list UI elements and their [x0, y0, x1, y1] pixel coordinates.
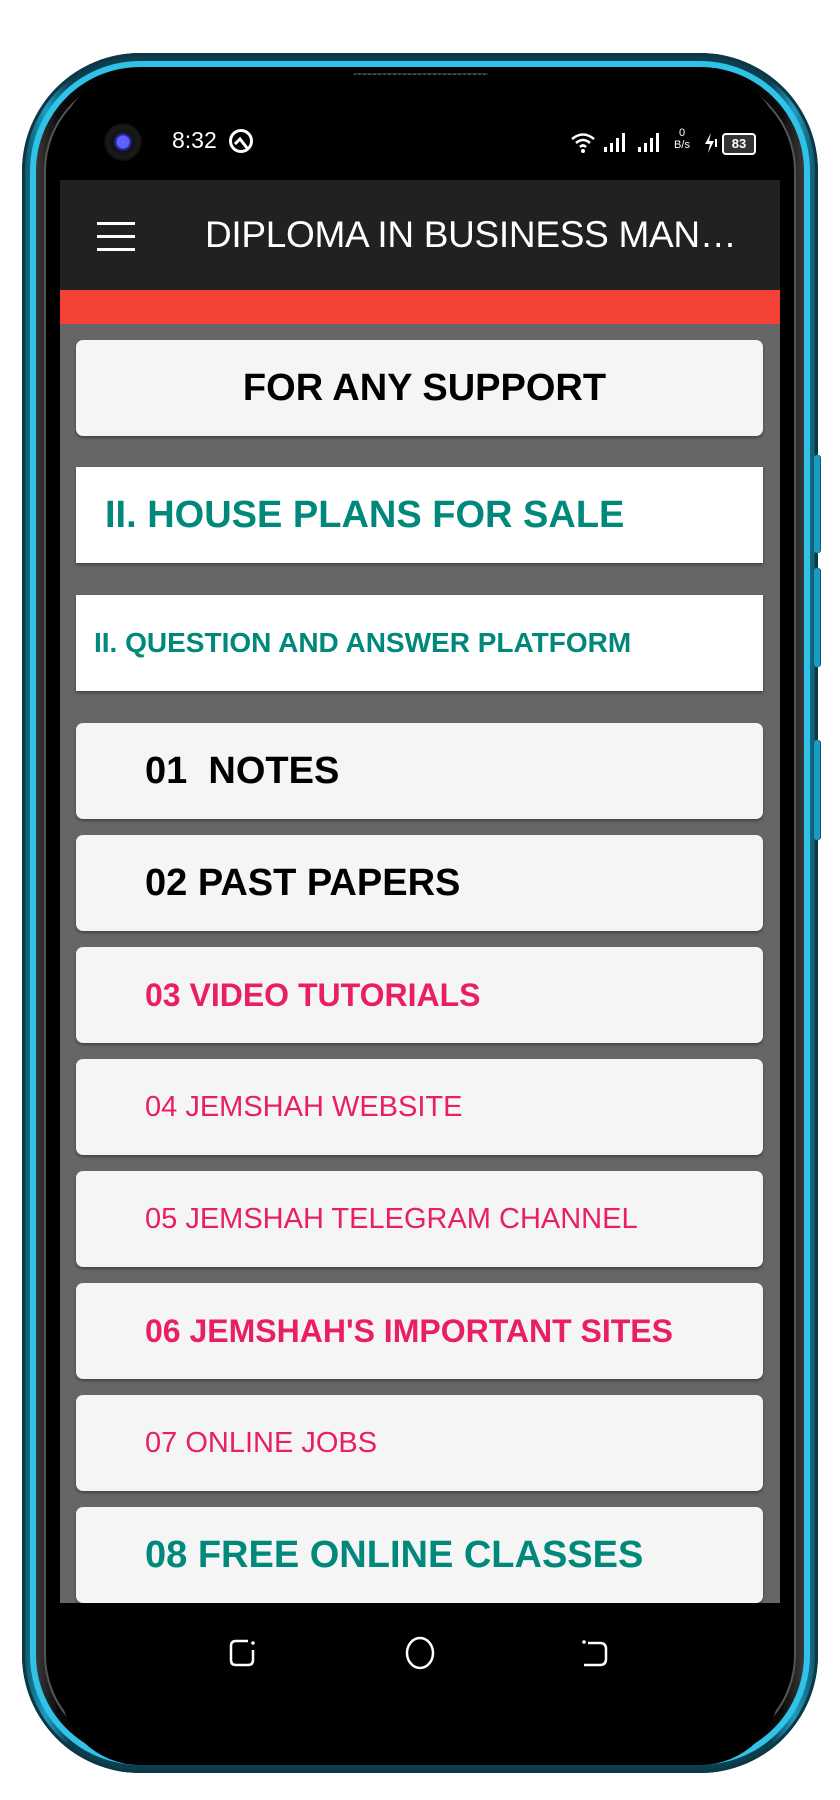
phone-screen: 8:32 0 B/s 83 DIPLOMA IN BUSINESS MANAG …: [60, 75, 780, 1765]
telegram-channel-button[interactable]: 05 JEMSHAH TELEGRAM CHANNEL: [76, 1171, 763, 1267]
house-plans-button[interactable]: II. HOUSE PLANS FOR SALE: [76, 467, 763, 563]
house-plans-label: II. HOUSE PLANS FOR SALE: [105, 493, 625, 536]
past-papers-button[interactable]: 02 PAST PAPERS: [76, 835, 763, 931]
volume-up-button: [814, 455, 821, 553]
free-online-classes-label: 08 FREE ONLINE CLASSES: [145, 1533, 644, 1576]
network-speed: 0 B/s: [670, 127, 694, 151]
status-time: 8:32: [172, 127, 217, 153]
signal-icon-2: [638, 133, 659, 152]
video-tutorials-button[interactable]: 03 VIDEO TUTORIALS: [76, 947, 763, 1043]
online-jobs-button[interactable]: 07 ONLINE JOBS: [76, 1395, 763, 1491]
notes-label: 01 NOTES: [145, 749, 340, 792]
important-sites-label: 06 JEMSHAH'S IMPORTANT SITES: [145, 1312, 673, 1349]
wifi-icon: [571, 133, 595, 153]
status-bar: 8:32 0 B/s 83: [60, 75, 780, 180]
charging-icon: [705, 133, 717, 153]
power-button: [814, 740, 821, 840]
support-label: FOR ANY SUPPORT: [242, 366, 607, 409]
volume-down-button: [814, 568, 821, 667]
recent-apps-icon[interactable]: [224, 1633, 264, 1673]
video-tutorials-label: 03 VIDEO TUTORIALS: [145, 976, 481, 1013]
q-notification-icon: [229, 129, 253, 153]
website-button[interactable]: 04 JEMSHAH WEBSITE: [76, 1059, 763, 1155]
qa-platform-label: II. QUESTION AND ANSWER PLATFORM: [94, 627, 632, 658]
status-icons: 0 B/s 83: [570, 127, 770, 157]
network-speed-value: 0: [678, 127, 686, 139]
qa-platform-button[interactable]: II. QUESTION AND ANSWER PLATFORM: [76, 595, 763, 691]
online-jobs-label: 07 ONLINE JOBS: [145, 1426, 378, 1459]
home-icon[interactable]: [400, 1633, 440, 1673]
front-camera-icon: [104, 123, 142, 161]
website-label: 04 JEMSHAH WEBSITE: [145, 1090, 463, 1123]
menu-list: FOR ANY SUPPORT II. HOUSE PLANS FOR SALE…: [60, 324, 780, 1604]
important-sites-button[interactable]: 06 JEMSHAH'S IMPORTANT SITES: [76, 1283, 763, 1379]
support-button[interactable]: FOR ANY SUPPORT: [76, 340, 763, 436]
app-bar: DIPLOMA IN BUSINESS MANAGEMENT: [60, 180, 780, 290]
back-icon[interactable]: [576, 1633, 616, 1673]
signal-icon: [604, 133, 625, 152]
notes-button[interactable]: 01 NOTES: [76, 723, 763, 819]
hamburger-menu-icon[interactable]: [97, 222, 135, 251]
battery-icon: 83: [722, 133, 756, 155]
system-nav-bar: [60, 1603, 780, 1765]
past-papers-label: 02 PAST PAPERS: [145, 861, 461, 904]
accent-bar: [60, 290, 780, 324]
app-title: DIPLOMA IN BUSINESS MANAGEMENT: [205, 214, 750, 255]
free-online-classes-button[interactable]: 08 FREE ONLINE CLASSES: [76, 1507, 763, 1603]
network-speed-unit: B/s: [674, 139, 690, 151]
telegram-channel-label: 05 JEMSHAH TELEGRAM CHANNEL: [145, 1202, 638, 1235]
